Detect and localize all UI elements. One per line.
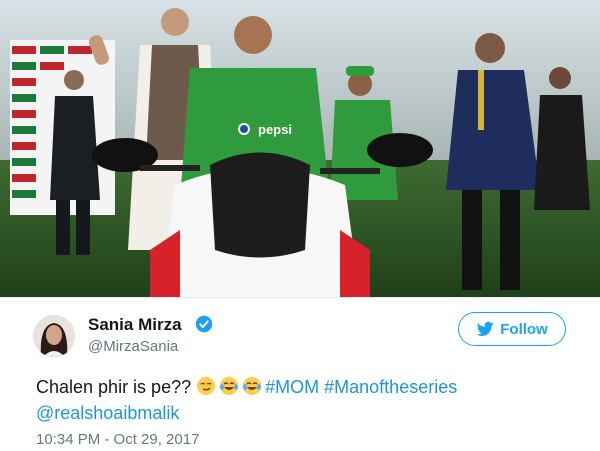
mention-link[interactable]: @realshoaibmalik	[36, 403, 179, 423]
jersey-sponsor-text: pepsi	[258, 122, 292, 137]
tears-of-joy-icon	[220, 377, 239, 395]
tweet-photo[interactable]: pepsi	[0, 0, 600, 297]
hashtag-mom-link[interactable]: #MOM	[265, 377, 319, 397]
tweet-text: Chalen phir is pe?? #MOM #Manoftheseries…	[36, 374, 576, 426]
tweet-timestamp[interactable]: 10:34 PM - Oct 29, 2017	[36, 431, 199, 448]
tweet-card: Sania Mirza @MirzaSania Follow Chalen ph…	[0, 297, 600, 451]
photo-illustration: pepsi	[0, 0, 600, 297]
follow-button[interactable]: Follow	[458, 312, 566, 346]
tweet-main-text: Chalen phir is pe??	[36, 377, 192, 397]
author-handle[interactable]: @MirzaSania	[88, 338, 178, 355]
author-name[interactable]: Sania Mirza	[88, 315, 182, 335]
hashtag-manoftheseries-link[interactable]: #Manoftheseries	[324, 377, 457, 397]
tweet-line-2: @realshoaibmalik	[36, 400, 576, 426]
smirking-face-icon	[197, 377, 216, 395]
tears-of-joy-icon	[243, 377, 262, 395]
twitter-bird-icon	[477, 321, 494, 336]
follow-button-label: Follow	[500, 320, 548, 338]
tweet-line-1: Chalen phir is pe?? #MOM #Manoftheseries	[36, 374, 576, 400]
verified-badge-icon	[195, 315, 213, 333]
avatar[interactable]	[33, 315, 75, 357]
